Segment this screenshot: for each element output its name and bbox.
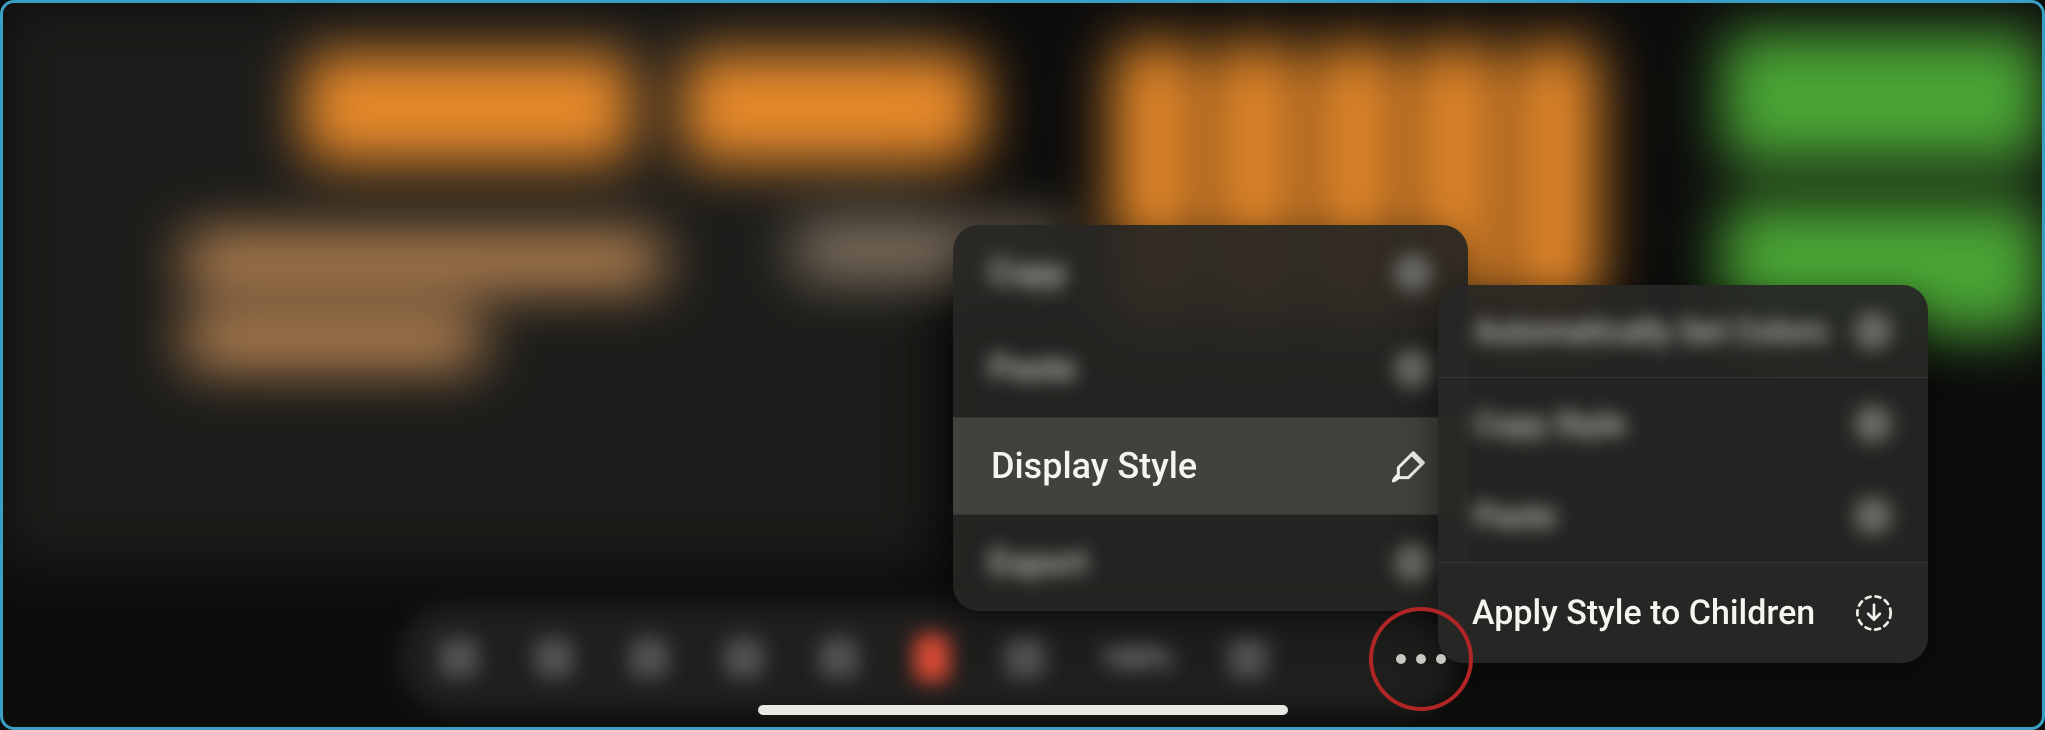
bottom-toolbar: 100% bbox=[399, 603, 1459, 713]
paste-icon bbox=[1854, 497, 1892, 535]
export-icon bbox=[1394, 544, 1432, 582]
menu-item-label: Paste bbox=[1474, 497, 1556, 535]
more-button[interactable] bbox=[1369, 607, 1473, 711]
menu-item-label: Paste bbox=[989, 349, 1076, 389]
home-indicator[interactable] bbox=[758, 705, 1288, 715]
menu-item-copy[interactable]: Copy bbox=[953, 225, 1468, 321]
menu-item-label: Copy bbox=[989, 253, 1066, 293]
tool-icon-5[interactable] bbox=[819, 638, 859, 678]
submenu-item-paste-style[interactable]: Paste bbox=[1438, 470, 1928, 562]
zoom-level[interactable]: 100% bbox=[1100, 641, 1173, 676]
menu-item-paste[interactable]: Paste bbox=[953, 321, 1468, 417]
menu-item-label: Copy Style bbox=[1474, 405, 1625, 443]
more-icon bbox=[1396, 654, 1446, 664]
tool-icon-3[interactable] bbox=[629, 638, 669, 678]
paste-icon bbox=[1394, 350, 1432, 388]
copy-icon bbox=[1394, 254, 1432, 292]
menu-item-export[interactable]: Export bbox=[953, 515, 1468, 611]
submenu-item-apply-children[interactable]: Apply Style to Children bbox=[1438, 563, 1928, 663]
display-style-submenu: Automatically Set Colors Copy Style Past… bbox=[1438, 285, 1928, 663]
submenu-item-copy-style[interactable]: Copy Style bbox=[1438, 378, 1928, 470]
menu-item-display-style[interactable]: Display Style bbox=[953, 418, 1468, 514]
tool-icon-2[interactable] bbox=[534, 638, 574, 678]
menu-item-label: Export bbox=[989, 543, 1088, 583]
copy-icon bbox=[1854, 405, 1892, 443]
paintbrush-icon bbox=[1390, 446, 1430, 486]
tool-icon-1[interactable] bbox=[439, 638, 479, 678]
wand-icon bbox=[1854, 312, 1892, 350]
menu-item-label: Apply Style to Children bbox=[1472, 593, 1815, 633]
context-menu: Copy Paste Display Style Export bbox=[953, 225, 1468, 611]
zoom-in-icon[interactable] bbox=[1228, 638, 1268, 678]
submenu-item-auto-colors[interactable]: Automatically Set Colors bbox=[1438, 285, 1928, 377]
menu-item-label: Automatically Set Colors bbox=[1474, 312, 1827, 350]
menu-item-label: Display Style bbox=[991, 445, 1197, 487]
tool-icon-4[interactable] bbox=[724, 638, 764, 678]
zoom-out-icon[interactable] bbox=[1005, 638, 1045, 678]
app-window: 100% Copy Paste Display Style bbox=[0, 0, 2045, 730]
record-icon[interactable] bbox=[914, 634, 950, 682]
apply-down-icon bbox=[1854, 593, 1894, 633]
